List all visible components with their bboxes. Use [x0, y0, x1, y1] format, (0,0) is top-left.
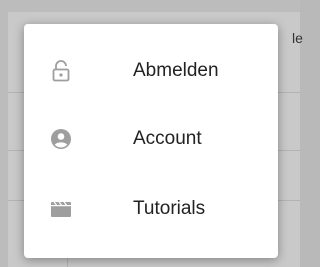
menu-item-label: Account — [133, 128, 202, 149]
movie-clapper-icon — [50, 198, 72, 220]
account-circle-icon — [50, 128, 72, 150]
menu-item-account[interactable]: Account — [24, 107, 278, 171]
user-dropdown-menu: Abmelden Account Tutorials — [24, 24, 278, 258]
background-partial-text: le — [292, 30, 303, 46]
menu-item-label: Tutorials — [133, 198, 206, 219]
lock-open-icon — [50, 60, 72, 82]
menu-item-abmelden[interactable]: Abmelden — [24, 39, 278, 103]
menu-item-tutorials[interactable]: Tutorials — [24, 177, 278, 241]
menu-item-label: Abmelden — [133, 60, 219, 81]
